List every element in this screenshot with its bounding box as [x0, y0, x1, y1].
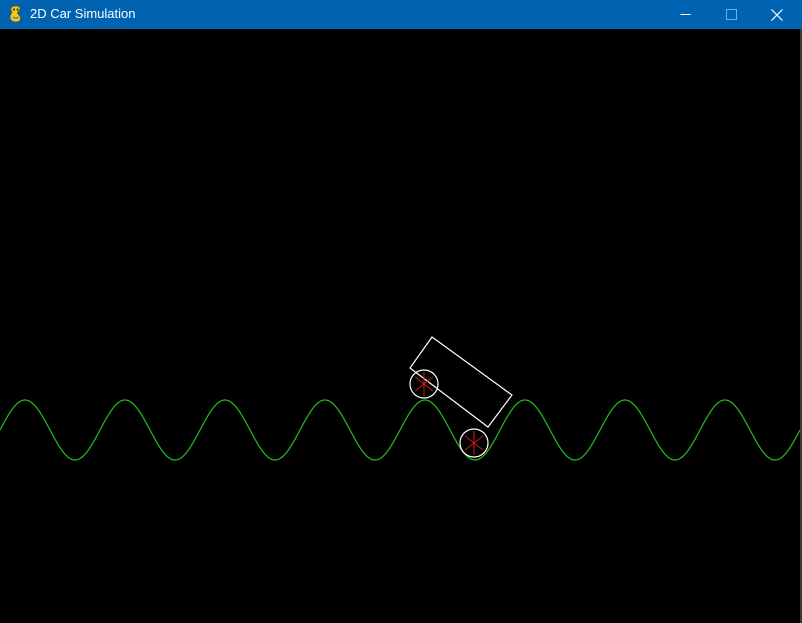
- car-body: [409, 336, 513, 428]
- simulation-scene: [0, 336, 801, 461]
- car: [409, 336, 513, 458]
- rear-wheel: [409, 369, 439, 399]
- front-wheel-spokes: [464, 431, 484, 455]
- app-window: 2D Car Simulation: [0, 0, 802, 623]
- terrain-wave: [0, 399, 801, 461]
- front-wheel: [459, 428, 489, 458]
